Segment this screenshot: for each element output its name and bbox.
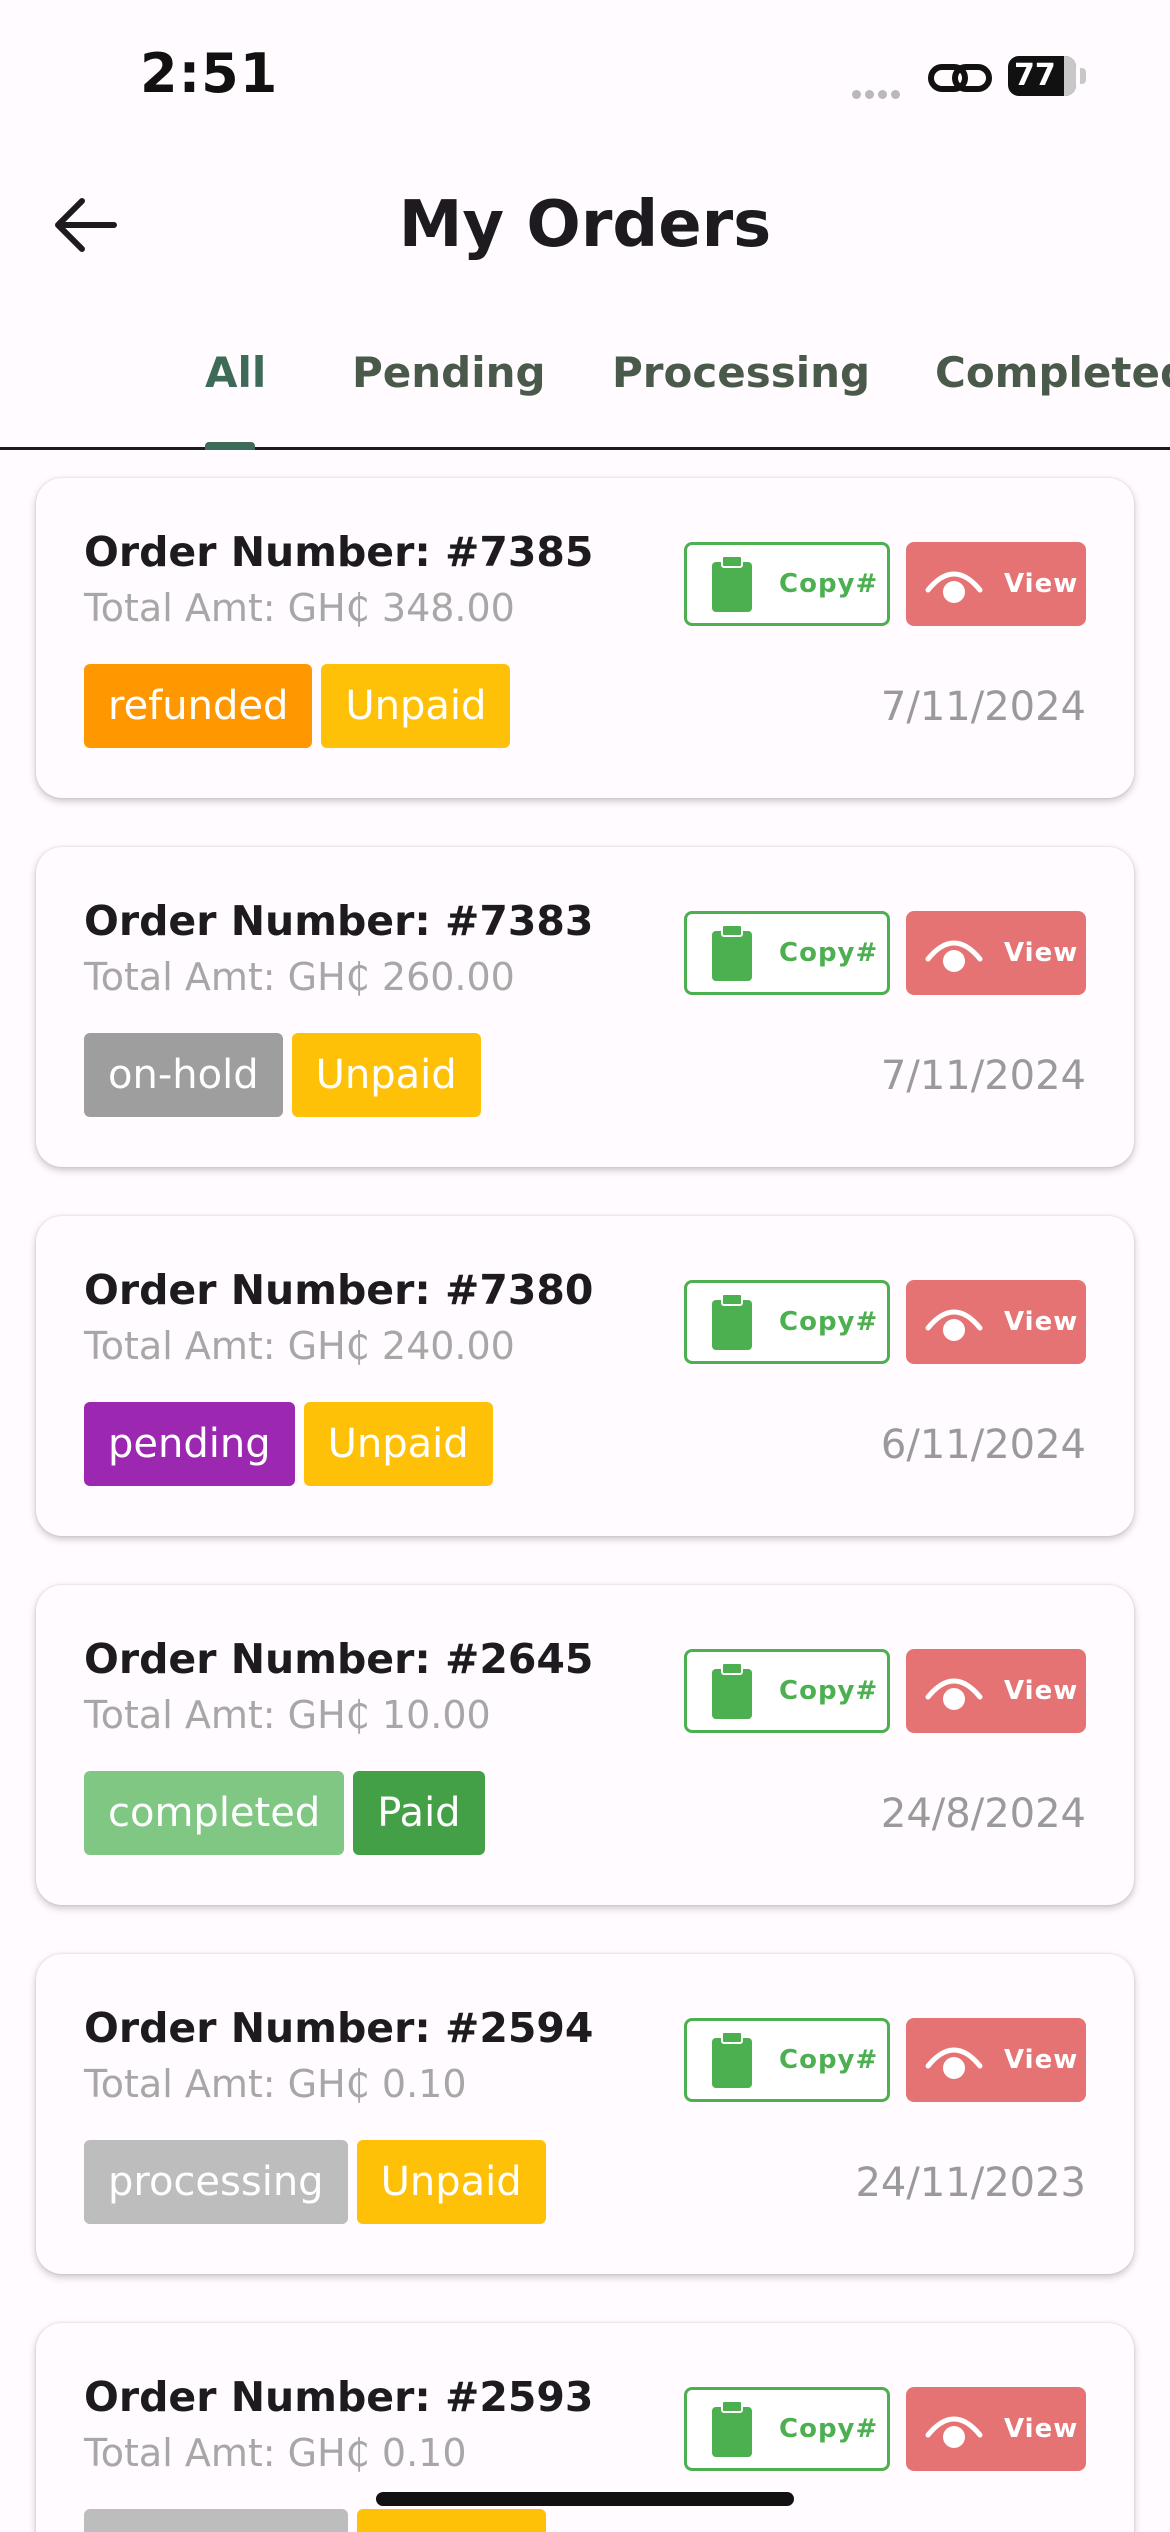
- order-status-badge: completed: [84, 1771, 345, 1855]
- order-status-badge: on-hold: [84, 1033, 283, 1117]
- order-total: Total Amt: GH₵ 10.00: [84, 1693, 491, 1737]
- payment-status-badge: Unpaid: [356, 2140, 546, 2224]
- screen: 2:51 77 My Orders All Pending Processing…: [0, 0, 1170, 2532]
- view-order-button[interactable]: View: [906, 1649, 1086, 1733]
- order-badges: pending Unpaid: [84, 1402, 493, 1486]
- page-title: My Orders: [398, 188, 772, 262]
- tab-all[interactable]: All: [205, 348, 266, 397]
- payment-status-badge: Paid: [353, 1771, 485, 1855]
- clipboard-icon: [712, 1662, 752, 1719]
- payment-status-badge: Unpaid: [321, 664, 511, 748]
- order-status-badge: pending: [84, 1402, 295, 1486]
- clipboard-icon: [712, 2031, 752, 2088]
- order-number: Order Number: #2645: [84, 1635, 594, 1683]
- copy-order-number-button[interactable]: Copy#: [684, 1649, 890, 1733]
- order-total: Total Amt: GH₵ 348.00: [84, 586, 515, 630]
- status-time: 2:51: [140, 42, 279, 105]
- view-order-button[interactable]: View: [906, 542, 1086, 626]
- order-card[interactable]: Order Number: #7383 Total Amt: GH₵ 260.0…: [36, 847, 1134, 1167]
- clipboard-icon: [712, 555, 752, 612]
- clipboard-icon: [712, 2400, 752, 2457]
- order-status-badge: refunded: [84, 664, 313, 748]
- order-filter-tabs: All Pending Processing Completed: [0, 330, 1170, 450]
- view-order-button[interactable]: View: [906, 2018, 1086, 2102]
- battery-icon: 77: [1008, 56, 1076, 96]
- view-button-label: View: [1004, 1307, 1079, 1337]
- order-date: 7/11/2024: [880, 1053, 1086, 1099]
- view-order-button[interactable]: View: [906, 911, 1086, 995]
- tab-completed[interactable]: Completed: [935, 348, 1170, 397]
- order-badges: processing Unpaid: [84, 2140, 546, 2224]
- order-badges: completed Paid: [84, 1771, 485, 1855]
- order-total: Total Amt: GH₵ 0.10: [84, 2062, 467, 2106]
- copy-button-label: Copy#: [779, 1307, 879, 1337]
- order-status-badge: processing: [84, 2140, 348, 2224]
- order-badges: refunded Unpaid: [84, 664, 511, 748]
- status-bar: 2:51 77: [0, 0, 1170, 150]
- order-date: 6/11/2024: [880, 1422, 1086, 1468]
- eye-icon: [925, 1309, 983, 1341]
- view-order-button[interactable]: View: [906, 2387, 1086, 2471]
- order-list[interactable]: Order Number: #7385 Total Amt: GH₵ 348.0…: [0, 450, 1170, 2532]
- order-status-badge: processing: [84, 2509, 348, 2532]
- order-badges: processing Unpaid: [84, 2509, 546, 2532]
- payment-status-badge: Unpaid: [291, 1033, 481, 1117]
- order-number: Order Number: #7383: [84, 897, 594, 945]
- link-icon: [928, 64, 992, 92]
- copy-button-label: Copy#: [779, 2414, 879, 2444]
- view-button-label: View: [1004, 2414, 1079, 2444]
- view-order-button[interactable]: View: [906, 1280, 1086, 1364]
- eye-icon: [925, 940, 983, 972]
- order-badges: on-hold Unpaid: [84, 1033, 481, 1117]
- order-number: Order Number: #7385: [84, 528, 594, 576]
- eye-icon: [925, 571, 983, 603]
- copy-order-number-button[interactable]: Copy#: [684, 911, 890, 995]
- active-tab-indicator: [205, 442, 255, 450]
- order-card[interactable]: Order Number: #2594 Total Amt: GH₵ 0.10 …: [36, 1954, 1134, 2274]
- order-card[interactable]: Order Number: #2645 Total Amt: GH₵ 10.00…: [36, 1585, 1134, 1905]
- view-button-label: View: [1004, 938, 1079, 968]
- clipboard-icon: [712, 1293, 752, 1350]
- copy-button-label: Copy#: [779, 1676, 879, 1706]
- copy-order-number-button[interactable]: Copy#: [684, 2387, 890, 2471]
- copy-order-number-button[interactable]: Copy#: [684, 542, 890, 626]
- tab-processing[interactable]: Processing: [612, 348, 870, 397]
- copy-order-number-button[interactable]: Copy#: [684, 2018, 890, 2102]
- cellular-signal-icon: [852, 84, 904, 103]
- home-indicator[interactable]: [376, 2492, 794, 2506]
- order-date: 24/11/2023: [855, 2160, 1086, 2206]
- eye-icon: [925, 1678, 983, 1710]
- order-total: Total Amt: GH₵ 260.00: [84, 955, 515, 999]
- app-header: My Orders: [0, 150, 1170, 300]
- copy-button-label: Copy#: [779, 2045, 879, 2075]
- order-card[interactable]: Order Number: #7380 Total Amt: GH₵ 240.0…: [36, 1216, 1134, 1536]
- order-date: 24/8/2024: [880, 1791, 1086, 1837]
- view-button-label: View: [1004, 1676, 1079, 1706]
- view-button-label: View: [1004, 569, 1079, 599]
- copy-order-number-button[interactable]: Copy#: [684, 1280, 890, 1364]
- payment-status-badge: Unpaid: [303, 1402, 493, 1486]
- order-number: Order Number: #2594: [84, 2004, 594, 2052]
- eye-icon: [925, 2047, 983, 2079]
- eye-icon: [925, 2416, 983, 2448]
- copy-button-label: Copy#: [779, 938, 879, 968]
- order-number: Order Number: #2593: [84, 2373, 594, 2421]
- battery-tip: [1080, 68, 1086, 84]
- copy-button-label: Copy#: [779, 569, 879, 599]
- order-total: Total Amt: GH₵ 0.10: [84, 2431, 467, 2475]
- tab-pending[interactable]: Pending: [352, 348, 546, 397]
- clipboard-icon: [712, 924, 752, 981]
- order-number: Order Number: #7380: [84, 1266, 594, 1314]
- order-date: 7/11/2024: [880, 684, 1086, 730]
- order-card[interactable]: Order Number: #7385 Total Amt: GH₵ 348.0…: [36, 478, 1134, 798]
- payment-status-badge: Unpaid: [356, 2509, 546, 2532]
- order-total: Total Amt: GH₵ 240.00: [84, 1324, 515, 1368]
- view-button-label: View: [1004, 2045, 1079, 2075]
